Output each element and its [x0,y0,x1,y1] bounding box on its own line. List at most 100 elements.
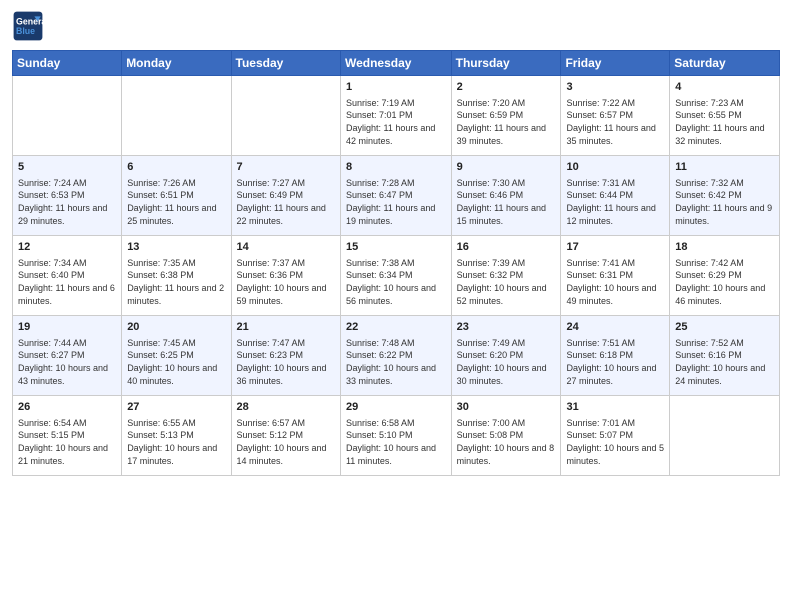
day-number: 25 [675,320,774,335]
calendar-week-row: 5 Sunrise: 7:24 AM Sunset: 6:53 PM Daylig… [13,156,780,236]
day-info: Sunrise: 7:35 AM Sunset: 6:38 PM Dayligh… [127,257,225,307]
day-info: Sunrise: 7:41 AM Sunset: 6:31 PM Dayligh… [566,257,664,307]
day-number: 26 [18,400,116,415]
day-info: Sunrise: 7:51 AM Sunset: 6:18 PM Dayligh… [566,337,664,387]
day-info: Sunrise: 7:24 AM Sunset: 6:53 PM Dayligh… [18,177,116,227]
day-info: Sunrise: 6:57 AM Sunset: 5:12 PM Dayligh… [237,417,335,467]
svg-text:Blue: Blue [16,26,35,36]
calendar-cell: 29Sunrise: 6:58 AM Sunset: 5:10 PM Dayli… [340,396,451,476]
day-info: Sunrise: 6:54 AM Sunset: 5:15 PM Dayligh… [18,417,116,467]
day-number: 23 [457,320,556,335]
calendar-cell: 14 Sunrise: 7:37 AM Sunset: 6:36 PM Dayli… [231,236,340,316]
calendar-week-row: 1 Sunrise: 7:19 AM Sunset: 7:01 PM Daylig… [13,76,780,156]
header-saturday: Saturday [670,51,780,76]
calendar-week-row: 26 Sunrise: 6:54 AM Sunset: 5:15 PM Dayli… [13,396,780,476]
calendar-cell: 7Sunrise: 7:27 AM Sunset: 6:49 PM Daylig… [231,156,340,236]
calendar-cell: 5 Sunrise: 7:24 AM Sunset: 6:53 PM Daylig… [13,156,122,236]
day-number: 28 [237,400,335,415]
calendar-cell: 16Sunrise: 7:39 AM Sunset: 6:32 PM Dayli… [451,236,561,316]
day-number: 15 [346,240,446,255]
day-info: Sunrise: 7:01 AM Sunset: 5:07 PM Dayligh… [566,417,664,467]
day-number: 22 [346,320,446,335]
day-info: Sunrise: 6:58 AM Sunset: 5:10 PM Dayligh… [346,417,446,467]
calendar-cell: 13Sunrise: 7:35 AM Sunset: 6:38 PM Dayli… [122,236,231,316]
day-info: Sunrise: 7:30 AM Sunset: 6:46 PM Dayligh… [457,177,556,227]
day-info: Sunrise: 7:38 AM Sunset: 6:34 PM Dayligh… [346,257,446,307]
day-info: Sunrise: 7:48 AM Sunset: 6:22 PM Dayligh… [346,337,446,387]
day-info: Sunrise: 7:23 AM Sunset: 6:55 PM Dayligh… [675,97,774,147]
header-tuesday: Tuesday [231,51,340,76]
calendar-cell: 20 Sunrise: 7:45 AM Sunset: 6:25 PM Dayli… [122,316,231,396]
calendar-cell: 8 Sunrise: 7:28 AM Sunset: 6:47 PM Daylig… [340,156,451,236]
day-info: Sunrise: 7:44 AM Sunset: 6:27 PM Dayligh… [18,337,116,387]
day-number: 24 [566,320,664,335]
day-info: Sunrise: 7:31 AM Sunset: 6:44 PM Dayligh… [566,177,664,227]
day-info: Sunrise: 7:47 AM Sunset: 6:23 PM Dayligh… [237,337,335,387]
calendar-cell: 17 Sunrise: 7:41 AM Sunset: 6:31 PM Dayli… [561,236,670,316]
calendar-cell: 2Sunrise: 7:20 AM Sunset: 6:59 PM Daylig… [451,76,561,156]
svg-text:General: General [16,16,44,26]
day-info: Sunrise: 7:28 AM Sunset: 6:47 PM Dayligh… [346,177,446,227]
day-number: 5 [18,160,116,175]
day-number: 3 [566,80,664,95]
day-info: Sunrise: 7:19 AM Sunset: 7:01 PM Dayligh… [346,97,446,147]
day-info: Sunrise: 7:37 AM Sunset: 6:36 PM Dayligh… [237,257,335,307]
day-number: 1 [346,80,446,95]
calendar-cell: 19 Sunrise: 7:44 AM Sunset: 6:27 PM Dayli… [13,316,122,396]
day-number: 31 [566,400,664,415]
calendar-cell: 28 Sunrise: 6:57 AM Sunset: 5:12 PM Dayli… [231,396,340,476]
calendar-cell [231,76,340,156]
calendar-cell: 11 Sunrise: 7:32 AM Sunset: 6:42 PM Dayli… [670,156,780,236]
header-wednesday: Wednesday [340,51,451,76]
day-number: 10 [566,160,664,175]
day-number: 2 [457,80,556,95]
day-number: 14 [237,240,335,255]
calendar-cell: 9Sunrise: 7:30 AM Sunset: 6:46 PM Daylig… [451,156,561,236]
calendar-cell [122,76,231,156]
day-number: 30 [457,400,556,415]
day-number: 8 [346,160,446,175]
calendar-cell: 4Sunrise: 7:23 AM Sunset: 6:55 PM Daylig… [670,76,780,156]
calendar-cell: 31 Sunrise: 7:01 AM Sunset: 5:07 PM Dayli… [561,396,670,476]
header: General Blue [12,10,780,42]
day-number: 12 [18,240,116,255]
calendar-week-row: 12 Sunrise: 7:34 AM Sunset: 6:40 PM Dayli… [13,236,780,316]
header-monday: Monday [122,51,231,76]
day-info: Sunrise: 7:00 AM Sunset: 5:08 PM Dayligh… [457,417,556,467]
logo: General Blue [12,10,44,42]
day-info: Sunrise: 7:42 AM Sunset: 6:29 PM Dayligh… [675,257,774,307]
calendar-cell: 12 Sunrise: 7:34 AM Sunset: 6:40 PM Dayli… [13,236,122,316]
calendar-cell: 25 Sunrise: 7:52 AM Sunset: 6:16 PM Dayli… [670,316,780,396]
day-info: Sunrise: 7:26 AM Sunset: 6:51 PM Dayligh… [127,177,225,227]
day-info: Sunrise: 7:32 AM Sunset: 6:42 PM Dayligh… [675,177,774,227]
day-number: 11 [675,160,774,175]
day-number: 20 [127,320,225,335]
calendar-cell: 15 Sunrise: 7:38 AM Sunset: 6:34 PM Dayli… [340,236,451,316]
calendar-cell [670,396,780,476]
day-info: Sunrise: 7:52 AM Sunset: 6:16 PM Dayligh… [675,337,774,387]
day-info: Sunrise: 6:55 AM Sunset: 5:13 PM Dayligh… [127,417,225,467]
calendar-cell [13,76,122,156]
day-number: 17 [566,240,664,255]
calendar-header-row: SundayMondayTuesdayWednesdayThursdayFrid… [13,51,780,76]
day-info: Sunrise: 7:45 AM Sunset: 6:25 PM Dayligh… [127,337,225,387]
calendar-cell: 10 Sunrise: 7:31 AM Sunset: 6:44 PM Dayli… [561,156,670,236]
day-number: 19 [18,320,116,335]
day-info: Sunrise: 7:34 AM Sunset: 6:40 PM Dayligh… [18,257,116,307]
calendar-cell: 24 Sunrise: 7:51 AM Sunset: 6:18 PM Dayli… [561,316,670,396]
calendar-cell: 22 Sunrise: 7:48 AM Sunset: 6:22 PM Dayli… [340,316,451,396]
calendar-week-row: 19 Sunrise: 7:44 AM Sunset: 6:27 PM Dayli… [13,316,780,396]
day-number: 27 [127,400,225,415]
calendar-cell: 21Sunrise: 7:47 AM Sunset: 6:23 PM Dayli… [231,316,340,396]
day-info: Sunrise: 7:49 AM Sunset: 6:20 PM Dayligh… [457,337,556,387]
day-number: 16 [457,240,556,255]
calendar-cell: 6 Sunrise: 7:26 AM Sunset: 6:51 PM Daylig… [122,156,231,236]
day-number: 18 [675,240,774,255]
calendar-cell: 1 Sunrise: 7:19 AM Sunset: 7:01 PM Daylig… [340,76,451,156]
calendar-cell: 27 Sunrise: 6:55 AM Sunset: 5:13 PM Dayli… [122,396,231,476]
day-number: 6 [127,160,225,175]
day-info: Sunrise: 7:27 AM Sunset: 6:49 PM Dayligh… [237,177,335,227]
calendar-cell: 30 Sunrise: 7:00 AM Sunset: 5:08 PM Dayli… [451,396,561,476]
header-thursday: Thursday [451,51,561,76]
header-sunday: Sunday [13,51,122,76]
